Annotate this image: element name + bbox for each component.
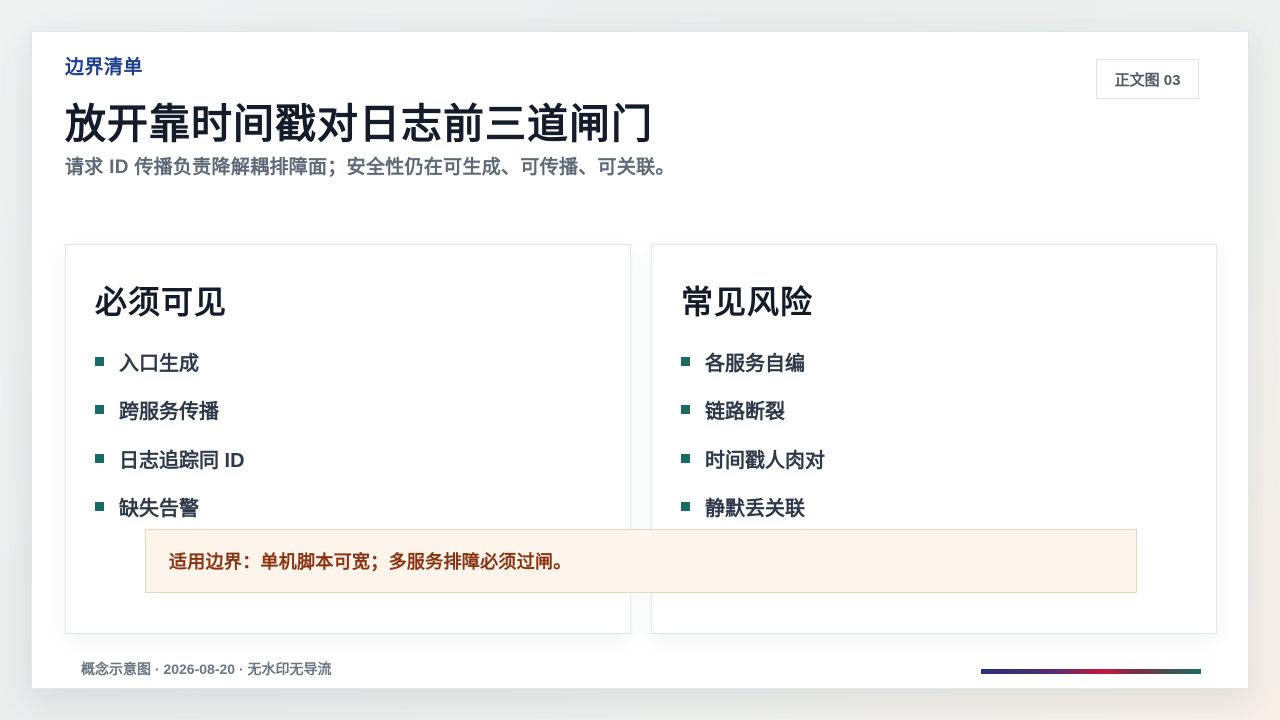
- page-title: 放开靠时间戳对日志前三道闸门: [65, 101, 653, 147]
- page-tag: 正文图 03: [1096, 59, 1199, 99]
- square-bullet-icon: [95, 405, 104, 415]
- card-list: 各服务自编 链路断裂 时间戳人肉对 静默丢关联: [681, 337, 825, 531]
- square-bullet-icon: [95, 502, 104, 512]
- square-bullet-icon: [95, 453, 104, 463]
- list-item-text: 缺失告警: [119, 498, 199, 521]
- card-list: 入口生成 跨服务传播 日志追踪同 ID 缺失告警: [95, 337, 245, 531]
- list-item-text: 入口生成: [119, 352, 199, 375]
- eyebrow-label: 边界清单: [65, 57, 144, 78]
- list-item-text: 时间戳人肉对: [705, 449, 825, 472]
- footer-note: 概念示意图 · 2026-08-20 · 无水印无导流: [81, 661, 332, 677]
- square-bullet-icon: [681, 502, 690, 512]
- list-item: 跨服务传播: [95, 386, 245, 435]
- square-bullet-icon: [681, 405, 690, 415]
- list-item: 静默丢关联: [681, 483, 825, 532]
- card-heading: 必须可见: [95, 284, 228, 320]
- list-item: 缺失告警: [95, 483, 245, 532]
- slide: 边界清单 正文图 03 放开靠时间戳对日志前三道闸门 请求 ID 传播负责降解耦…: [31, 31, 1249, 689]
- list-item-text: 链路断裂: [705, 401, 785, 424]
- page-subtitle: 请求 ID 传播负责降解耦排障面；安全性仍在可生成、可传播、可关联。: [65, 157, 675, 178]
- list-item: 链路断裂: [681, 386, 825, 435]
- list-item-text: 跨服务传播: [119, 401, 219, 424]
- list-item: 入口生成: [95, 337, 245, 386]
- list-item-text: 日志追踪同 ID: [119, 449, 245, 472]
- list-item: 时间戳人肉对: [681, 434, 825, 483]
- list-item-text: 静默丢关联: [705, 498, 805, 521]
- list-item: 各服务自编: [681, 337, 825, 386]
- square-bullet-icon: [95, 356, 104, 366]
- list-item: 日志追踪同 ID: [95, 434, 245, 483]
- square-bullet-icon: [681, 453, 690, 463]
- square-bullet-icon: [681, 356, 690, 366]
- list-item-text: 各服务自编: [705, 352, 805, 375]
- boundary-callout: 适用边界：单机脚本可宽；多服务排障必须过闸。: [145, 529, 1137, 593]
- card-heading: 常见风险: [681, 284, 814, 320]
- accent-bar: [981, 669, 1201, 674]
